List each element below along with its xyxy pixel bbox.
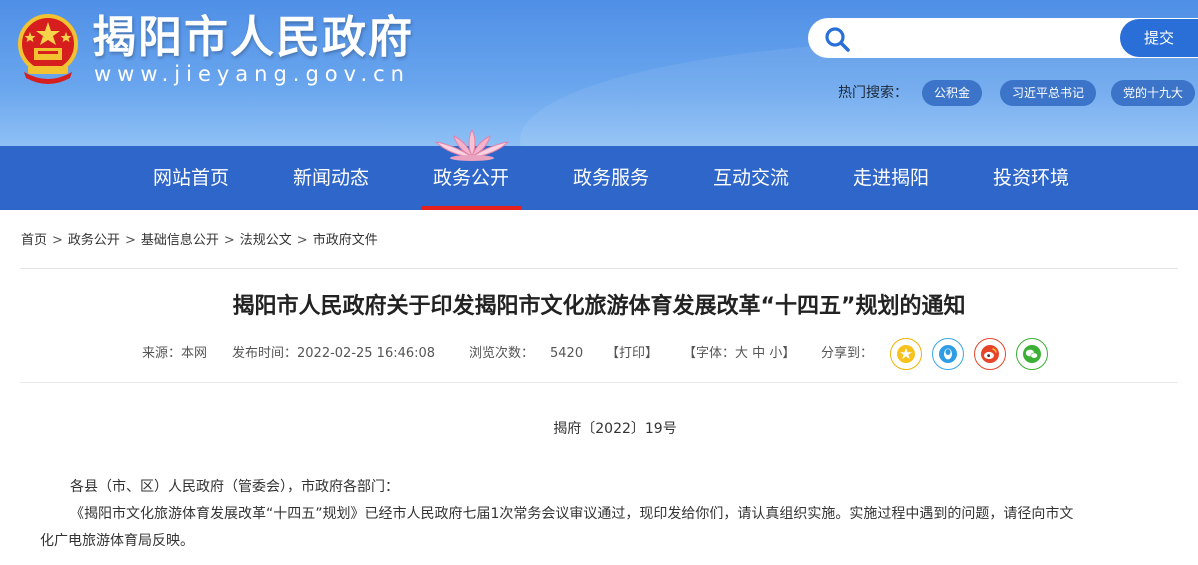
breadcrumb-separator: > (52, 233, 63, 248)
hot-tag-19th-congress[interactable]: 党的十九大 (1111, 80, 1196, 106)
breadcrumb-separator: > (223, 233, 235, 248)
salutation: 各县（市、区）人民政府（管委会），市政府各部门： (70, 479, 399, 495)
share-label: 分享到： (821, 346, 874, 361)
nav-item-home[interactable]: 网站首页 (141, 146, 241, 210)
divider (20, 382, 1178, 383)
body-paragraph-line2: 化广电旅游体育局反映。 (40, 533, 194, 549)
nav-item-investment[interactable]: 投资环境 (981, 146, 1081, 210)
article-source: 来源：本网 (142, 346, 208, 361)
nav-item-about-jieyang[interactable]: 走进揭阳 (841, 146, 941, 210)
article-publish-time: 发布时间：2022-02-25 16:46:08 (232, 346, 436, 361)
font-medium-button[interactable]: 中 (752, 346, 765, 361)
font-size-label: 【字体： (683, 346, 736, 361)
qzone-icon[interactable] (890, 338, 922, 370)
breadcrumb-separator: > (296, 233, 308, 248)
article-title: 揭阳市人民政府关于印发揭阳市文化旅游体育发展改革“十四五”规划的通知 (232, 294, 966, 319)
qq-icon[interactable] (932, 338, 964, 370)
breadcrumb: 首页 > 政务公开 > 基础信息公开 > 法规公文 > 市政府文件 (21, 232, 378, 250)
nav-item-services[interactable]: 政务服务 (561, 146, 661, 210)
hot-tag-xi-jinping[interactable]: 习近平总书记 (1000, 80, 1097, 106)
breadcrumb-government-affairs[interactable]: 政务公开 (68, 233, 120, 248)
search-submit-button[interactable]: 提交 (1120, 19, 1198, 57)
search-input[interactable] (860, 24, 1110, 52)
breadcrumb-home[interactable]: 首页 (21, 233, 47, 248)
views-count: 5420 (550, 346, 584, 361)
weibo-icon[interactable] (974, 338, 1006, 370)
main-nav: 网站首页 新闻动态 政务公开 政务服务 互动交流 走进揭阳 投资环境 (0, 146, 1198, 210)
body-paragraph-line1: 《揭阳市文化旅游体育发展改革“十四五”规划》已经市人民政府七届1次常务会议审议通… (70, 506, 1074, 522)
document-number: 揭府〔2022〕19号 (553, 421, 677, 437)
site-domain: www.jieyang.gov.cn (94, 62, 410, 86)
views-label: 浏览次数： (469, 346, 535, 361)
font-small-button[interactable]: 小 (769, 346, 782, 361)
breadcrumb-basic-info[interactable]: 基础信息公开 (141, 233, 219, 248)
font-size-close: 】 (782, 346, 796, 361)
breadcrumb-municipal-documents[interactable]: 市政府文件 (313, 233, 378, 248)
wechat-icon[interactable] (1016, 338, 1048, 370)
font-large-button[interactable]: 大 (735, 346, 748, 361)
divider (20, 268, 1178, 269)
national-emblem-icon (18, 14, 78, 84)
hot-tag-housing-fund[interactable]: 公积金 (922, 80, 983, 106)
breadcrumb-regulations[interactable]: 法规公文 (240, 233, 292, 248)
font-size-control: 【字体：大 中 小】 (683, 345, 795, 363)
nav-item-interaction[interactable]: 互动交流 (701, 146, 801, 210)
nav-item-news[interactable]: 新闻动态 (281, 146, 381, 210)
site-header: 揭阳市人民政府 www.jieyang.gov.cn 提交 热门搜索： 公积金 … (0, 0, 1198, 146)
search-icon (825, 27, 850, 52)
breadcrumb-separator: > (124, 233, 136, 248)
hot-search-label: 热门搜索： (838, 85, 908, 101)
print-button[interactable]: 【打印】 (606, 345, 658, 363)
lotus-icon (434, 128, 510, 161)
site-title: 揭阳市人民政府 (92, 12, 414, 63)
